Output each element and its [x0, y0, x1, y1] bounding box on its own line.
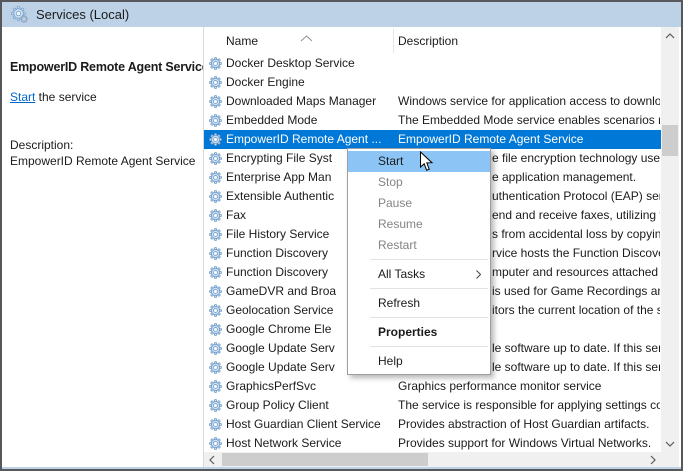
- description-label: Description:: [10, 137, 198, 153]
- service-name: Group Policy Client: [226, 398, 394, 414]
- service-description-block: Description: EmpowerID Remote Agent Serv…: [10, 137, 198, 169]
- menu-separator: [370, 288, 488, 289]
- service-name: Embedded Mode: [226, 113, 394, 129]
- service-name: Docker Desktop Service: [226, 56, 394, 72]
- service-gear-icon: [209, 285, 222, 298]
- service-gear-icon: [209, 76, 222, 89]
- service-description: is used for Game Recordings and: [492, 284, 660, 300]
- selected-service-title: EmpowerID Remote Agent Service: [10, 60, 208, 74]
- service-row[interactable]: Host Guardian Client ServiceProvides abs…: [204, 415, 661, 434]
- scroll-down-icon[interactable]: [661, 435, 679, 452]
- menu-item-resume[interactable]: Resume: [348, 214, 490, 235]
- service-description: The Embedded Mode service enables scenar…: [398, 113, 660, 129]
- vertical-scroll-thumb[interactable]: [662, 125, 678, 156]
- service-description: le software up to date. If this serv: [492, 341, 660, 357]
- service-description: The service is responsible for applying …: [398, 398, 660, 414]
- service-gear-icon: [209, 247, 222, 260]
- service-gear-icon: [209, 342, 222, 355]
- service-gear-icon: [209, 95, 222, 108]
- services-gear-icon: [11, 6, 28, 23]
- service-description: Provides abstraction of Host Guardian ar…: [398, 417, 660, 433]
- mouse-cursor-icon: [419, 151, 434, 177]
- menu-item-pause[interactable]: Pause: [348, 193, 490, 214]
- service-description: end and receive faxes, utilizing fax: [492, 208, 660, 224]
- service-name: Docker Engine: [226, 75, 394, 91]
- service-description: Graphics performance monitor service: [398, 379, 660, 395]
- start-service-link[interactable]: Start: [10, 90, 35, 104]
- service-gear-icon: [209, 304, 222, 317]
- service-gear-icon: [209, 418, 222, 431]
- extended-info-panel: EmpowerID Remote Agent Service Start the…: [2, 27, 203, 467]
- service-description: itors the current location of the s: [492, 303, 660, 319]
- service-gear-icon: [209, 133, 222, 146]
- menu-item-refresh[interactable]: Refresh: [348, 293, 490, 314]
- service-description: e application management.: [492, 170, 660, 186]
- horizontal-scroll-thumb[interactable]: [222, 453, 428, 466]
- service-gear-icon: [209, 266, 222, 279]
- service-description: mputer and resources attached t: [492, 265, 660, 281]
- column-header-name[interactable]: Name: [226, 34, 258, 48]
- service-gear-icon: [209, 399, 222, 412]
- service-description: EmpowerID Remote Agent Service: [398, 132, 660, 148]
- service-gear-icon: [209, 171, 222, 184]
- service-gear-icon: [209, 209, 222, 222]
- service-row[interactable]: Group Policy ClientThe service is respon…: [204, 396, 661, 415]
- service-gear-icon: [209, 361, 222, 374]
- service-gear-icon: [209, 152, 222, 165]
- service-name: Host Guardian Client Service: [226, 417, 394, 433]
- menu-separator: [370, 259, 488, 260]
- console-title: Services (Local): [36, 7, 129, 22]
- column-divider[interactable]: [393, 29, 394, 53]
- scroll-right-icon[interactable]: [645, 452, 661, 467]
- service-description: e file encryption technology used: [492, 151, 660, 167]
- menu-item-properties[interactable]: Properties: [348, 322, 490, 343]
- scroll-up-icon[interactable]: [661, 27, 679, 44]
- service-row[interactable]: GraphicsPerfSvcGraphics performance moni…: [204, 377, 661, 396]
- services-window: Services (Local) EmpowerID Remote Agent …: [0, 0, 683, 471]
- context-menu: StartStopPauseResumeRestartAll TasksRefr…: [347, 148, 491, 375]
- service-row[interactable]: Host Network ServiceProvides support for…: [204, 434, 661, 452]
- vertical-scrollbar[interactable]: [661, 27, 679, 452]
- console-header-band: Services (Local): [2, 2, 681, 27]
- window-bottom-edge: [2, 467, 681, 469]
- submenu-arrow-icon: [476, 270, 481, 280]
- service-gear-icon: [209, 323, 222, 336]
- menu-separator: [370, 317, 488, 318]
- service-description: le software up to date. If this serv: [492, 360, 660, 376]
- service-description: Windows service for application access t…: [398, 94, 660, 110]
- menu-item-help[interactable]: Help: [348, 351, 490, 372]
- service-gear-icon: [209, 57, 222, 70]
- service-gear-icon: [209, 190, 222, 203]
- menu-item-all-tasks[interactable]: All Tasks: [348, 264, 490, 285]
- service-row[interactable]: EmpowerID Remote Agent ...EmpowerID Remo…: [204, 130, 661, 149]
- service-gear-icon: [209, 437, 222, 450]
- service-row[interactable]: Docker Engine: [204, 73, 661, 92]
- sort-ascending-icon: [300, 29, 313, 47]
- service-row[interactable]: Docker Desktop Service: [204, 54, 661, 73]
- service-action-suffix: the service: [35, 90, 96, 104]
- service-row[interactable]: Embedded ModeThe Embedded Mode service e…: [204, 111, 661, 130]
- service-name: GraphicsPerfSvc: [226, 379, 394, 395]
- service-name: Host Network Service: [226, 436, 394, 452]
- service-description: Provides support for Windows Virtual Net…: [398, 436, 660, 452]
- service-gear-icon: [209, 114, 222, 127]
- menu-item-restart[interactable]: Restart: [348, 235, 490, 256]
- description-text: EmpowerID Remote Agent Service: [10, 153, 198, 169]
- service-action-line: Start the service: [10, 90, 97, 104]
- service-row[interactable]: Downloaded Maps ManagerWindows service f…: [204, 92, 661, 111]
- scrollbar-corner: [661, 452, 679, 467]
- horizontal-scrollbar[interactable]: [204, 452, 661, 467]
- menu-separator: [370, 346, 488, 347]
- scroll-left-icon[interactable]: [204, 452, 220, 467]
- service-gear-icon: [209, 228, 222, 241]
- column-header-description[interactable]: Description: [398, 34, 458, 48]
- service-gear-icon: [209, 380, 222, 393]
- service-description: uthentication Protocol (EAP) serv: [492, 189, 660, 205]
- service-name: EmpowerID Remote Agent ...: [226, 132, 394, 148]
- service-description: rvice hosts the Function Discove: [492, 246, 660, 262]
- service-description: s from accidental loss by copying: [492, 227, 660, 243]
- service-name: Downloaded Maps Manager: [226, 94, 394, 110]
